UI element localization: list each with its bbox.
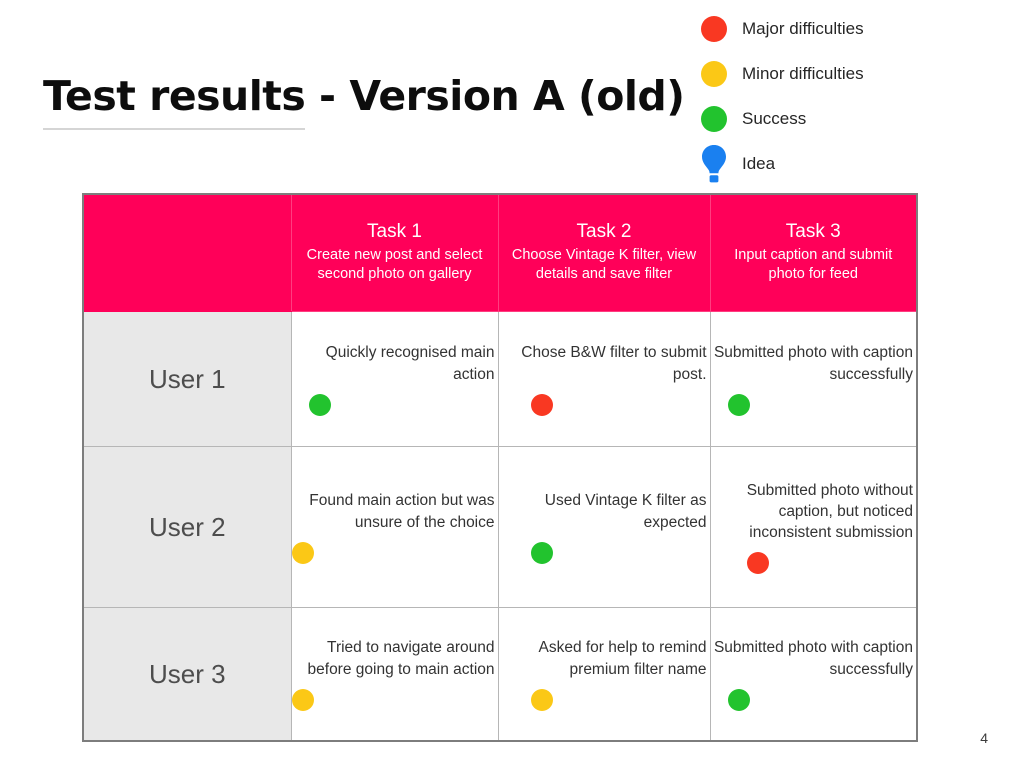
result-cell-user2-task1: Found main action but was unsure of the … [290, 446, 499, 608]
result-cell-user3-task3: Submitted photo with caption successfull… [709, 607, 918, 742]
status-badge [711, 688, 917, 711]
user-label-cell: User 3 [82, 607, 292, 742]
legend-item-label: Major difficulties [742, 18, 864, 38]
status-badge [499, 393, 710, 416]
legend-item-idea: Idea [686, 141, 926, 186]
result-text: Submitted photo with caption successfull… [713, 639, 913, 678]
test-results-table: Task 1 Create new post and select second… [82, 193, 918, 742]
red-circle-icon [686, 15, 742, 42]
result-text: Submitted photo without caption, but not… [746, 481, 913, 542]
result-text: Quickly recognised main action [325, 344, 495, 383]
legend: Major difficulties Minor difficulties Su… [686, 6, 926, 186]
page-title: Test results - Version A (old) [43, 72, 685, 120]
legend-item-label: Success [742, 108, 807, 128]
result-text: Used Vintage K filter as expected [544, 492, 707, 531]
legend-item-label: Minor difficulties [742, 63, 864, 83]
header-task-description: Choose Vintage K filter, view details an… [511, 246, 697, 282]
result-text: Found main action but was unsure of the … [309, 492, 495, 531]
table-row: User 1 Quickly recognised main action Ch… [82, 311, 918, 447]
status-badge [292, 393, 498, 416]
header-task-title: Task 1 [367, 220, 422, 242]
header-cell-task-2: Task 2 Choose Vintage K filter, view det… [497, 193, 711, 312]
yellow-circle-icon [686, 60, 742, 87]
status-badge [291, 541, 498, 564]
table-row: User 3 Tried to navigate around before g… [82, 607, 918, 742]
legend-item-success: Success [686, 96, 926, 141]
title-underline-rule [43, 127, 305, 130]
header-task-title: Task 3 [785, 220, 841, 242]
header-task-title: Task 2 [576, 220, 632, 242]
table-row: User 2 Found main action but was unsure … [82, 446, 918, 608]
status-badge [291, 688, 498, 711]
green-circle-icon [686, 105, 742, 132]
header-cell-user-column [82, 193, 292, 312]
result-cell-user3-task2: Asked for help to remind premium filter … [497, 607, 711, 742]
status-badge [499, 541, 710, 564]
legend-item-minor-difficulties: Minor difficulties [686, 51, 926, 96]
result-cell-user1-task3: Submitted photo with caption successfull… [709, 311, 918, 447]
header-task-description: Create new post and select second photo … [306, 246, 483, 282]
result-cell-user1-task1: Quickly recognised main action [290, 311, 499, 447]
status-badge [499, 688, 710, 711]
status-badge [711, 552, 917, 575]
header-cell-task-1: Task 1 Create new post and select second… [290, 193, 499, 312]
result-text: Chose B&W filter to submit post. [521, 344, 707, 383]
status-badge [711, 393, 917, 416]
table-header-row: Task 1 Create new post and select second… [82, 193, 918, 312]
result-text: Tried to navigate around before going to… [307, 639, 495, 678]
result-cell-user2-task3: Submitted photo without caption, but not… [709, 446, 918, 608]
legend-item-label: Idea [742, 153, 776, 173]
slide-page-number: 4 [980, 730, 988, 746]
header-task-description: Input caption and submit photo for feed [734, 246, 893, 282]
header-cell-task-3: Task 3 Input caption and submit photo fo… [709, 193, 918, 312]
slide-canvas: Test results - Version A (old) Major dif… [0, 0, 1024, 768]
user-label-cell: User 1 [82, 311, 292, 447]
result-cell-user1-task2: Chose B&W filter to submit post. [497, 311, 711, 447]
result-cell-user3-task1: Tried to navigate around before going to… [290, 607, 499, 742]
result-text: Submitted photo with caption successfull… [713, 344, 913, 383]
result-text: Asked for help to remind premium filter … [538, 639, 707, 678]
user-label-cell: User 2 [82, 446, 292, 608]
legend-item-major-difficulties: Major difficulties [686, 6, 926, 51]
title-block: Test results - Version A (old) [43, 72, 685, 130]
result-cell-user2-task2: Used Vintage K filter as expected [497, 446, 711, 608]
lightbulb-icon [686, 144, 742, 184]
